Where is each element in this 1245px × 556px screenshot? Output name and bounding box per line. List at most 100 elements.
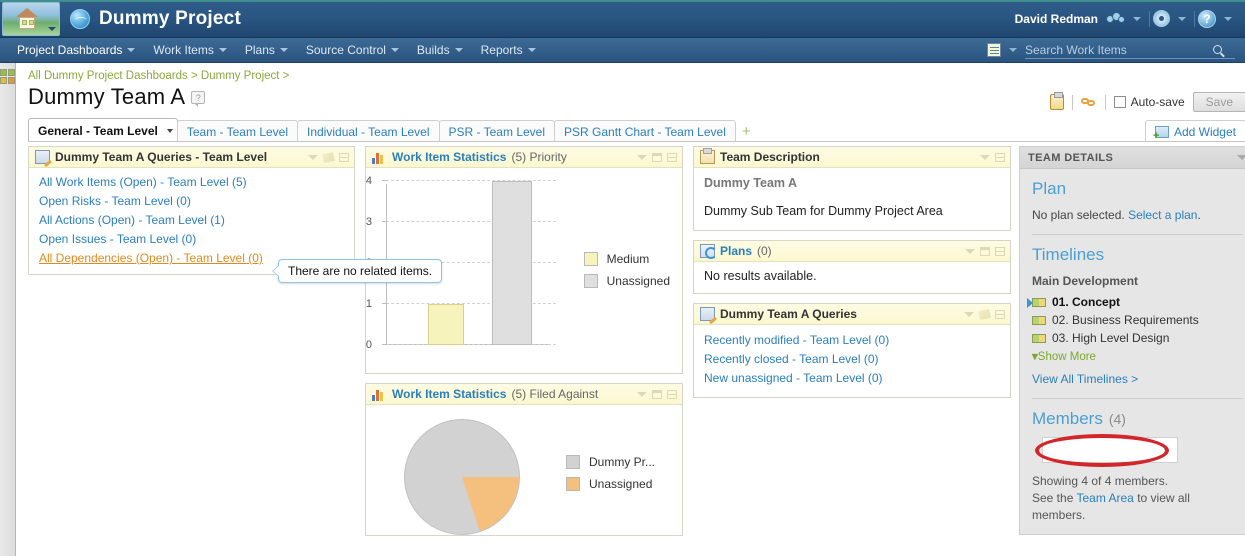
team-area-link[interactable]: Team Area [1076, 491, 1133, 505]
pie-chart-graphic[interactable] [404, 419, 520, 535]
save-button[interactable]: Save [1192, 92, 1245, 112]
widget-header-icons [308, 151, 349, 163]
plan-status: No plan selected. Select a plan. [1032, 208, 1243, 222]
widget-header: Work Item Statistics (5) Priority [366, 147, 682, 168]
search-box[interactable] [1025, 42, 1235, 59]
widget-minimize-icon[interactable] [980, 246, 990, 256]
plans-icon [700, 244, 717, 259]
timeline-item-concept[interactable]: 01. Concept [1027, 293, 1243, 311]
widget-minimize-icon[interactable] [652, 152, 662, 162]
search-input[interactable] [1025, 42, 1213, 57]
widget-header: Dummy Team A Queries [694, 304, 1010, 325]
chevron-down-icon[interactable] [166, 128, 173, 133]
help-tooltip-icon[interactable]: ? [191, 91, 206, 107]
home-button[interactable] [2, 1, 60, 36]
widget-maximize-icon[interactable] [995, 246, 1005, 256]
autosave-toggle[interactable]: Auto-save [1113, 95, 1185, 109]
query-link[interactable]: Open Issues - Team Level (0) [39, 230, 346, 249]
gear-icon[interactable] [1153, 10, 1170, 27]
tab-team-team-level[interactable]: Team - Team Level [176, 120, 298, 142]
widget-edit-pencil-icon[interactable] [322, 151, 335, 163]
collapse-chevron-icon[interactable] [1237, 155, 1245, 160]
team-details-panel: TEAM DETAILS Plan No plan selected. Sele… [1019, 146, 1245, 535]
widget-menu-chevron-icon[interactable] [964, 311, 974, 317]
widget-minimize-icon[interactable] [652, 389, 662, 399]
widget-menu-chevron-icon[interactable] [965, 248, 975, 254]
widget-header-icons [637, 389, 677, 399]
people-menu-caret-icon[interactable] [1133, 16, 1141, 21]
tab-label: General - Team Level [38, 123, 158, 138]
page-body: All Dummy Project Dashboards > Dummy Pro… [0, 63, 1245, 556]
help-icon[interactable]: ? [1198, 9, 1216, 28]
widget-maximize-icon[interactable] [339, 152, 349, 162]
query-link[interactable]: All Work Items (Open) - Team Level (5) [39, 173, 346, 192]
members-avatars-region[interactable] [1035, 434, 1178, 467]
widget-menu-chevron-icon[interactable] [980, 154, 990, 160]
banner-right-group: David Redman ? [1014, 9, 1245, 28]
show-more-link[interactable]: ▾Show More [1032, 349, 1243, 363]
nav-item-work-items[interactable]: Work Items [144, 38, 235, 63]
clipboard-icon[interactable] [1049, 92, 1064, 110]
autosave-checkbox[interactable] [1113, 96, 1126, 108]
query-link[interactable]: Recently modified - Team Level (0) [704, 331, 1000, 350]
members-showing-note: Showing 4 of 4 members. [1032, 474, 1169, 488]
top-banner: Dummy Project David Redman ? [0, 0, 1245, 38]
timeline-current-icon [1027, 297, 1046, 308]
timeline-item-business-requirements[interactable]: 02. Business Requirements [1032, 311, 1243, 329]
tab-psr-gantt-chart-team-level[interactable]: PSR Gantt Chart - Team Level [554, 120, 736, 142]
widget-maximize-icon[interactable] [667, 152, 677, 162]
bar-unassigned[interactable] [492, 181, 532, 345]
people-icon[interactable] [1106, 11, 1125, 27]
user-name: David Redman [1014, 11, 1098, 26]
select-a-plan-link[interactable]: Select a plan [1128, 208, 1197, 222]
tab-label: Individual - Team Level [307, 124, 430, 139]
search-scope-icon[interactable] [987, 43, 1001, 57]
search-icon[interactable] [1213, 45, 1222, 54]
dashboard-grid-icon[interactable] [0, 69, 15, 84]
widget-maximize-icon[interactable] [667, 389, 677, 399]
widget-title: Work Item Statistics [392, 150, 507, 164]
search-scope-caret-icon[interactable] [1009, 48, 1017, 52]
add-tab-icon[interactable]: + [742, 123, 751, 140]
timeline-item-high-level-design[interactable]: 03. High Level Design [1032, 329, 1243, 347]
nav-item-project-dashboards[interactable]: Project Dashboards [8, 38, 144, 63]
widget-maximize-icon[interactable] [995, 309, 1005, 319]
legend-label: Unassigned [606, 274, 670, 288]
link-chain-icon[interactable] [1080, 95, 1097, 109]
widget-menu-chevron-icon[interactable] [637, 154, 647, 160]
tab-individual-team-level[interactable]: Individual - Team Level [297, 120, 440, 142]
help-menu-caret-icon[interactable] [1224, 16, 1232, 21]
add-widget-button[interactable]: Add Widget [1144, 120, 1245, 142]
widget-maximize-icon[interactable] [995, 152, 1005, 162]
view-all-timelines-link[interactable]: View All Timelines > [1032, 372, 1243, 386]
tab-psr-team-level[interactable]: PSR - Team Level [438, 120, 556, 142]
nav-item-source-control[interactable]: Source Control [297, 38, 408, 63]
settings-menu-caret-icon[interactable] [1178, 16, 1186, 21]
nav-item-reports[interactable]: Reports [472, 38, 545, 63]
legend-label: Unassigned [589, 477, 653, 491]
widget-menu-chevron-icon[interactable] [637, 391, 647, 397]
team-description-text: Dummy Sub Team for Dummy Project Area [704, 204, 943, 218]
query-link[interactable]: Open Risks - Team Level (0) [39, 192, 346, 211]
widget-edit-pencil-icon[interactable] [978, 308, 991, 320]
action-separator [1104, 94, 1106, 110]
home-dropdown-caret-icon[interactable] [48, 26, 56, 31]
team-name: Dummy Team A [704, 176, 798, 190]
bar-medium[interactable] [428, 304, 464, 345]
tab-general-team-level[interactable]: General - Team Level [28, 118, 178, 142]
query-link[interactable]: All Actions (Open) - Team Level (1) [39, 211, 346, 230]
chevron-down-icon [279, 48, 288, 52]
legend-item: Unassigned [566, 473, 655, 495]
nav-item-plans[interactable]: Plans [236, 38, 297, 63]
widget-menu-chevron-icon[interactable] [308, 154, 318, 160]
query-link[interactable]: New unassigned - Team Level (0) [704, 369, 1000, 388]
banner-separator [1194, 10, 1195, 27]
banner-separator [1149, 10, 1150, 27]
nav-item-builds[interactable]: Builds [408, 38, 472, 63]
timeline-label: 03. High Level Design [1052, 331, 1170, 345]
query-link[interactable]: Recently closed - Team Level (0) [704, 350, 1000, 369]
breadcrumb[interactable]: All Dummy Project Dashboards > Dummy Pro… [16, 63, 1245, 82]
timeline-label: 01. Concept [1052, 295, 1121, 309]
divider [1032, 398, 1243, 399]
application-window: Dummy Project David Redman ? Project Das… [0, 0, 1245, 556]
